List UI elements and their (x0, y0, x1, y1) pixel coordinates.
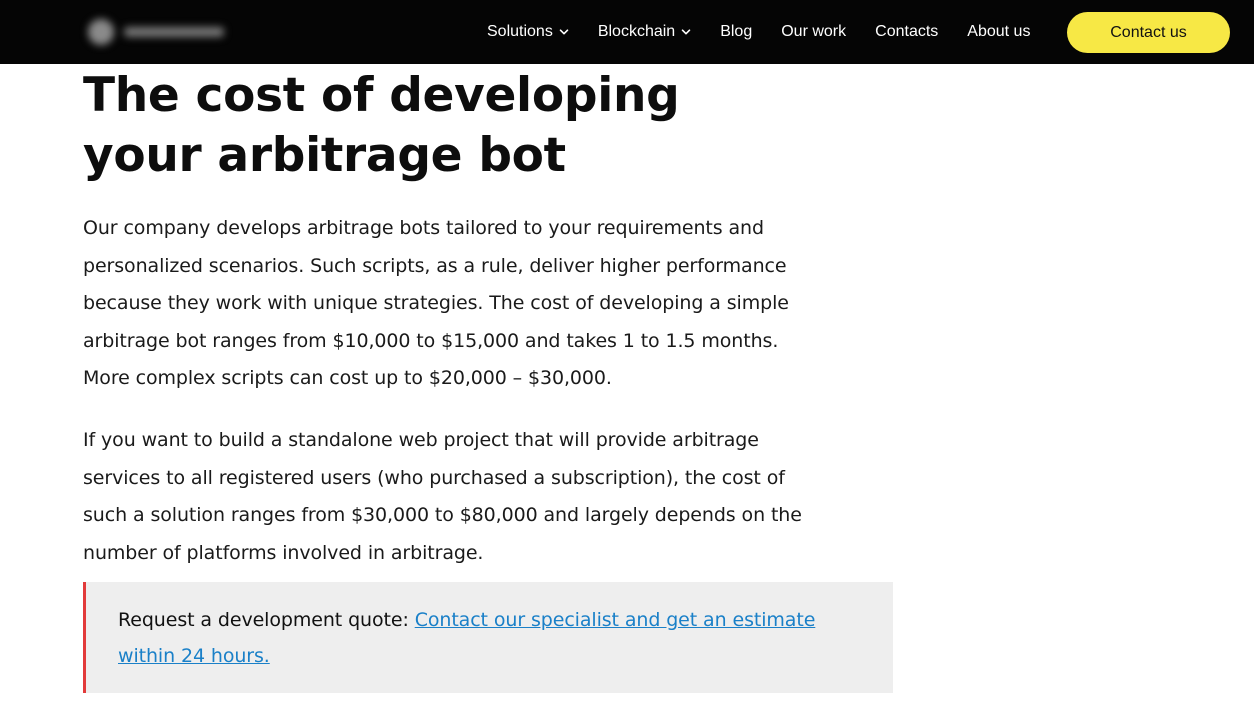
top-navbar: Solutions Blockchain Blog Our work Conta… (0, 0, 1254, 64)
nav-item-blog[interactable]: Blog (720, 23, 752, 41)
chevron-down-icon (559, 27, 569, 37)
article-paragraph: If you want to build a standalone web pr… (83, 429, 802, 564)
article-paragraph: Our company develops arbitrage bots tail… (83, 217, 789, 389)
nav-item-contacts[interactable]: Contacts (875, 23, 938, 41)
nav-item-about-us[interactable]: About us (967, 23, 1030, 41)
nav-item-label: Our work (781, 23, 847, 40)
nav-item-label: Blockchain (597, 23, 676, 40)
nav-item-blockchain[interactable]: Blockchain (598, 23, 691, 41)
chevron-down-icon (681, 27, 691, 37)
company-logo[interactable] (88, 18, 224, 46)
article-content: The cost of developing your arbitrage bo… (83, 66, 803, 564)
callout-prefix: Request a development quote: (118, 609, 415, 631)
quote-callout: Request a development quote: Contact our… (83, 582, 893, 693)
nav-item-label: About us (967, 23, 1031, 40)
nav-item-our-work[interactable]: Our work (781, 23, 846, 41)
page-title: The cost of developing your arbitrage bo… (83, 68, 680, 183)
callout-text: Request a development quote: Contact our… (118, 602, 838, 674)
nav-item-solutions[interactable]: Solutions (487, 23, 569, 41)
logo-wordmark (124, 27, 224, 37)
main-nav: Solutions Blockchain Blog Our work Conta… (487, 0, 1030, 64)
nav-item-label: Contacts (875, 23, 939, 40)
nav-item-label: Solutions (487, 23, 553, 40)
logo-mark-icon (88, 19, 114, 45)
contact-us-button[interactable]: Contact us (1067, 12, 1230, 53)
nav-item-label: Blog (720, 23, 753, 40)
